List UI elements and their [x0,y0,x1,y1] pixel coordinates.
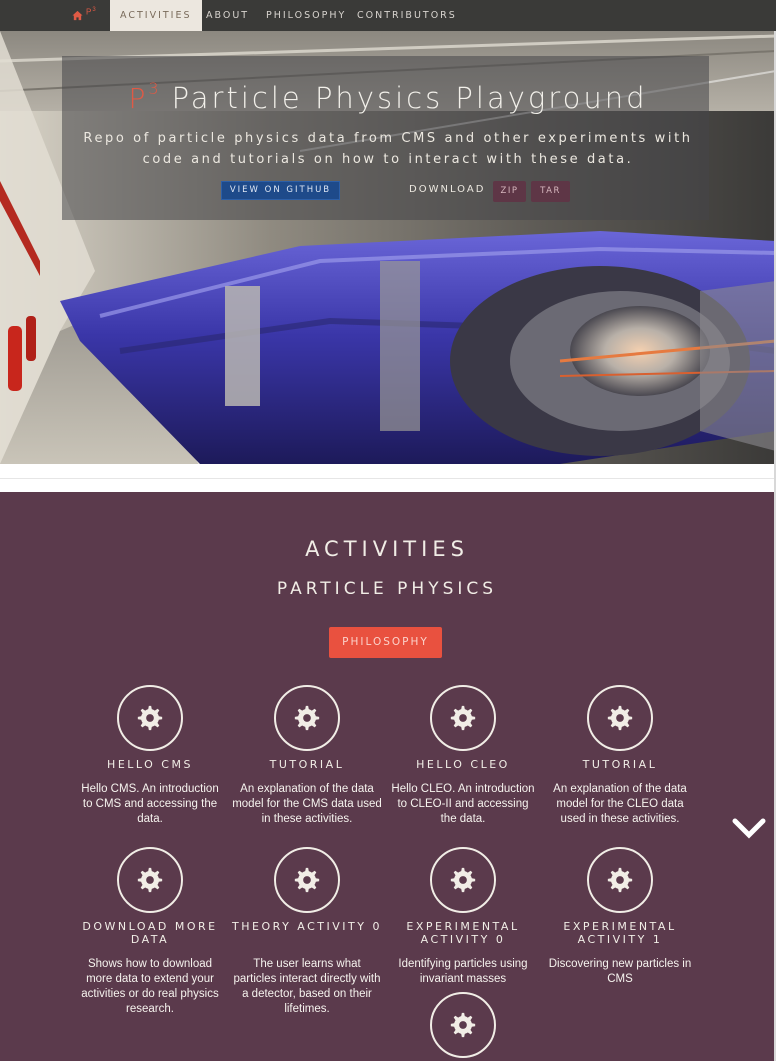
activity-card-title[interactable]: DOWNLOAD MORE DATA [75,920,225,946]
activities-section: ACTIVITIES PARTICLE PHYSICS PHILOSOPHY H… [0,492,774,1061]
activity-card-description: An explanation of the data model for the… [232,783,382,825]
nav-item-activities[interactable]: ACTIVITIES [110,0,202,31]
activity-card-title[interactable]: EXPERIMENTAL ACTIVITY 0 [388,920,538,946]
activity-card-description: Shows how to download more data to exten… [81,958,219,1015]
download-tar-button[interactable]: TAR [531,181,570,202]
gear-icon-circle[interactable] [274,685,340,751]
top-navbar: P3 ACTIVITIES ABOUT PHILOSOPHY CONTRIBUT… [0,0,776,31]
activity-card-title[interactable]: TUTORIAL [232,758,382,771]
gear-icon [294,867,320,893]
gear-icon-circle[interactable] [430,847,496,913]
activity-card-description: Identifying particles using invariant ma… [398,958,528,985]
gear-icon-circle[interactable] [274,847,340,913]
gear-icon-circle[interactable] [430,992,496,1058]
section-divider [0,478,776,479]
gear-icon-circle[interactable] [117,685,183,751]
philosophy-button[interactable]: PHILOSOPHY [329,627,442,658]
gear-icon-circle[interactable] [587,847,653,913]
activity-card-description: Hello CLEO. An introduction to CLEO-II a… [391,783,535,825]
nav-item-philosophy[interactable]: PHILOSOPHY [256,0,356,31]
nav-item-contributors[interactable]: CONTRIBUTORS [347,0,467,31]
gear-icon [137,867,163,893]
nav-item-about[interactable]: ABOUT [196,0,259,31]
gear-icon [137,705,163,731]
activity-card-title[interactable]: HELLO CLEO [388,758,538,771]
brand-label: P3 [86,7,97,17]
gear-icon-circle[interactable] [587,685,653,751]
activity-card-description: Hello CMS. An introduction to CMS and ac… [81,783,219,825]
p3-logo: P3 [128,78,162,115]
activity-card-description: Discovering new particles in CMS [548,958,692,985]
activity-card-title[interactable]: TUTORIAL [545,758,695,771]
hero-banner: P3 Particle Physics Playground Repo of pa… [0,31,776,464]
gear-icon-circle[interactable] [430,685,496,751]
gear-icon [294,705,320,731]
activity-card-title[interactable]: HELLO CMS [75,758,225,771]
hero-title: P3 Particle Physics Playground [128,78,648,115]
home-icon [72,10,83,20]
chevron-down-icon[interactable] [732,817,766,841]
gear-icon [450,705,476,731]
brand-home-link[interactable]: P3 [72,7,97,22]
hero-subtitle: Repo of particle physics data from CMS a… [83,131,693,167]
gear-icon-circle[interactable] [117,847,183,913]
view-on-github-button[interactable]: VIEW ON GITHUB [221,181,340,200]
activity-card-title[interactable]: THEORY ACTIVITY 0 [232,920,382,933]
download-zip-button[interactable]: ZIP [493,181,526,202]
activity-card-title[interactable]: EXPERIMENTAL ACTIVITY 1 [545,920,695,946]
gear-icon [607,867,633,893]
activity-card-description: The user learns what particles interact … [233,958,381,1015]
gear-icon [450,867,476,893]
gear-icon [607,705,633,731]
download-label: DOWNLOAD [409,184,486,195]
gear-icon [450,1012,476,1038]
activity-card-description: An explanation of the data model for the… [553,783,687,825]
activities-heading: ACTIVITIES [305,537,469,561]
activities-subheading: PARTICLE PHYSICS [276,579,498,599]
